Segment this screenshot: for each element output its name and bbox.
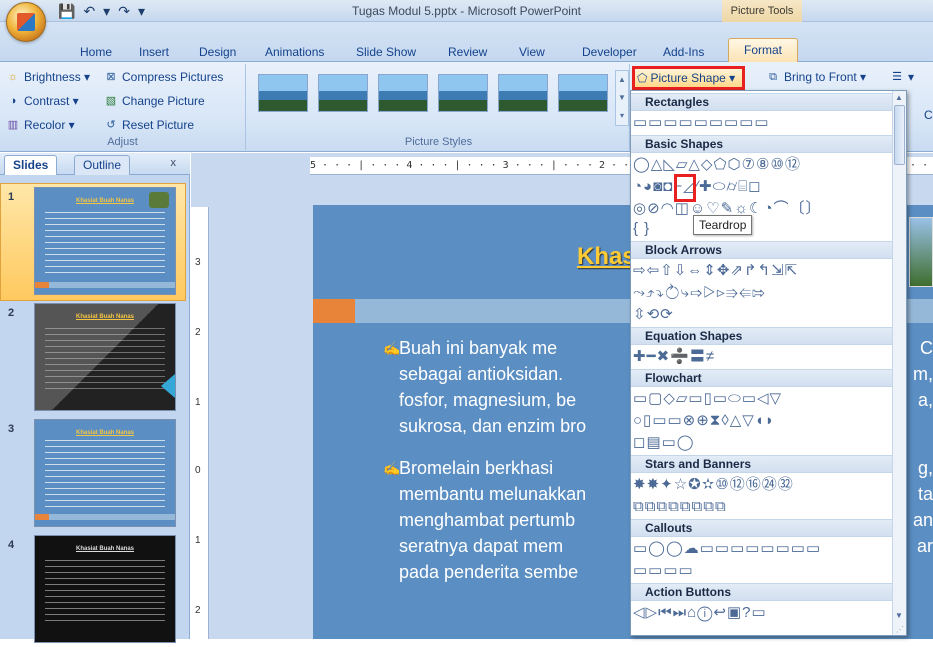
adjust-group-label: Adjust [107,136,138,148]
block-arrows-row-2[interactable]: ⤳⤴⤵⥁⤷⇨▷⊳⇛⇚⇰ [633,283,893,303]
picture-styles-scroll[interactable]: ▲ ▼ ▾ [615,70,629,126]
size-group-edge: C [924,108,933,122]
align-button[interactable]: ☰ ▾ [890,70,914,84]
section-callouts: Callouts [631,519,893,537]
equation-shapes-row[interactable]: ✚━✖➗〓≠ [633,347,893,367]
basic-shapes-row-3[interactable]: ◎⊘◠◫☺♡✎☼☾◔⌒〔〕 [633,199,893,219]
contrast-button[interactable]: ◑ Contrast ▾ [6,94,79,108]
slide-4-preview-title: Khasiat Buah Nanas [75,546,135,552]
compress-pictures-button[interactable]: ⊠ Compress Pictures [104,70,223,84]
bring-front-icon: ⧉ [769,71,777,83]
picture-style-4[interactable] [438,74,488,112]
slide-right-text: C m, a, g, ta an ar [912,338,933,556]
stars-banners-row-1[interactable]: ✸✸✦☆✪✫⑩⑫⑯㉔㉜ [633,475,893,495]
brightness-button[interactable]: ☼ Brightness ▾ [6,70,90,84]
picture-styles-group-label: Picture Styles [404,136,473,148]
flowchart-row-3[interactable]: ◻▤▭◯ [633,433,893,453]
vertical-ruler: 3 2 1 0 1 2 [191,207,209,639]
section-flowchart: Flowchart [631,369,893,387]
tab-developer[interactable]: Developer [582,42,637,62]
recolor-button[interactable]: ▥ Recolor ▾ [6,118,75,132]
section-block-arrows: Block Arrows [631,241,893,259]
bullet-icon: ✍ [383,460,401,476]
basic-shapes-row-4[interactable]: { } [633,219,893,239]
slide-2-preview: Khasiat Buah Nanas [34,303,176,411]
callouts-row-1[interactable]: ▭◯◯☁▭▭▭▭▭▭▭▭ [633,539,893,559]
picture-style-5[interactable] [498,74,548,112]
slide-3-preview: Khasiat Buah Nanas [34,419,176,527]
compress-icon: ⊠ [106,71,116,83]
picture-style-2[interactable] [318,74,368,112]
ribbon-tab-row: Home Insert Design Animations Slide Show… [0,22,933,62]
reset-picture-icon: ↺ [106,119,116,131]
slides-panel: Slides Outline x 1 Khasiat Buah Nanas 2 … [0,153,190,643]
scroll-thumb[interactable] [894,105,905,165]
picture-shape-icon: ⬠ [637,71,648,85]
office-logo-icon [17,13,35,31]
slide-1-preview: Khasiat Buah Nanas [34,187,176,295]
gallery-scrollbar[interactable]: ▲ ▼ [892,91,906,635]
section-basic-shapes: Basic Shapes [631,135,893,153]
tab-home[interactable]: Home [80,42,112,62]
scroll-down-icon[interactable]: ▼ [895,611,903,620]
picture-style-6[interactable] [558,74,608,112]
picture-style-3[interactable] [378,74,428,112]
panel-tabs: Slides Outline x [0,153,190,175]
basic-shapes-row-2[interactable]: ◔◕◙◘⌐◿∕✚⬭⌭⌸◻ [633,177,893,197]
tab-view[interactable]: View [519,42,545,62]
teardrop-tooltip: Teardrop [693,215,753,235]
sun-icon: ☼ [7,71,19,83]
adjust-group: ☼ Brightness ▾ ◑ Contrast ▾ ▥ Recolor ▾ ⊠ Co… [0,64,246,150]
slide-4-preview: Khasiat Buah Nanas [34,535,176,643]
picture-tools-context-title: Picture Tools [722,0,802,22]
section-rectangles: Rectangles [631,93,893,111]
tab-design[interactable]: Design [199,42,236,62]
callouts-row-2[interactable]: ▭▭▭▭ [633,561,893,581]
section-stars-and-banners: Stars and Banners [631,455,893,473]
title-bar: 💾 ↶ ▾ ↷ ▾ Tugas Modul 5.pptx - Microsoft… [0,0,933,22]
block-arrows-row-1[interactable]: ⇨⇦⇧⇩⇔⇕✥⇗↱↰⇲⇱ [633,261,893,281]
section-equation-shapes: Equation Shapes [631,327,893,345]
slide-thumbnail-3[interactable]: 3 Khasiat Buah Nanas [0,419,186,531]
tab-slide-show[interactable]: Slide Show [356,42,416,62]
basic-shapes-row-1[interactable]: ◯△◺▱△◇⬠⬡⑦⑧⑩⑫ [633,155,893,175]
recolor-icon: ▥ [7,119,19,131]
scroll-up-icon[interactable]: ▲ [895,93,903,102]
picture-style-1[interactable] [258,74,308,112]
picture-styles-group: Picture Styles [248,64,630,150]
teardrop-shape-highlight[interactable] [674,174,696,202]
rectangles-shapes-row[interactable]: ▭▭▭▭▭▭▭▭▭ [633,113,893,133]
picture-shape-gallery: Rectangles ▭▭▭▭▭▭▭▭▭ Basic Shapes ◯△◺▱△◇… [630,90,907,636]
change-picture-button[interactable]: ▧ Change Picture [104,94,205,108]
bullet-icon: ✍ [383,340,401,356]
tab-add-ins[interactable]: Add-Ins [663,42,704,62]
align-icon: ☰ [892,71,902,83]
slide-thumbnail-4[interactable]: 4 Khasiat Buah Nanas [0,535,186,647]
resize-grip-icon[interactable]: ⋰ [896,625,904,634]
stars-banners-row-2[interactable]: ⧉⧉⧉⧉⧉⧉⧉⧉ [633,497,893,517]
slide-thumbnail-2[interactable]: 2 Khasiat Buah Nanas [0,303,186,415]
action-buttons-row[interactable]: ◁▷⏮⏭⌂ⓘ↩▣?▭ [633,603,893,623]
tab-outline[interactable]: Outline [74,155,131,175]
close-icon[interactable]: x [171,157,177,169]
office-button[interactable] [6,2,46,42]
change-picture-icon: ▧ [105,95,117,107]
tab-animations[interactable]: Animations [265,42,324,62]
picture-shape-button[interactable]: ⬠ Picture Shape ▾ [632,66,745,90]
tab-insert[interactable]: Insert [139,42,169,62]
tab-slides[interactable]: Slides [4,155,58,175]
bring-to-front-button[interactable]: ⧉ Bring to Front ▾ [766,70,866,84]
reset-picture-button[interactable]: ↺ Reset Picture [104,118,194,132]
tab-format[interactable]: Format [728,38,798,62]
section-action-buttons: Action Buttons [631,583,893,601]
slide-3-preview-title: Khasiat Buah Nanas [75,430,135,436]
flowchart-row-1[interactable]: ▭▢◇▱▭▯▭⬭▭◁▽ [633,389,893,409]
block-arrows-row-3[interactable]: ⇳⟲⟳ [633,305,893,325]
flowchart-row-2[interactable]: ○▯▭▭⊗⊕⧗◊△▽◖◗ [633,411,893,431]
slide-2-preview-title: Khasiat Buah Nanas [75,314,135,320]
contrast-icon: ◑ [9,95,17,107]
tab-review[interactable]: Review [448,42,487,62]
slide-picture[interactable] [909,217,933,287]
slide-thumbnail-1[interactable]: 1 Khasiat Buah Nanas [0,187,186,299]
